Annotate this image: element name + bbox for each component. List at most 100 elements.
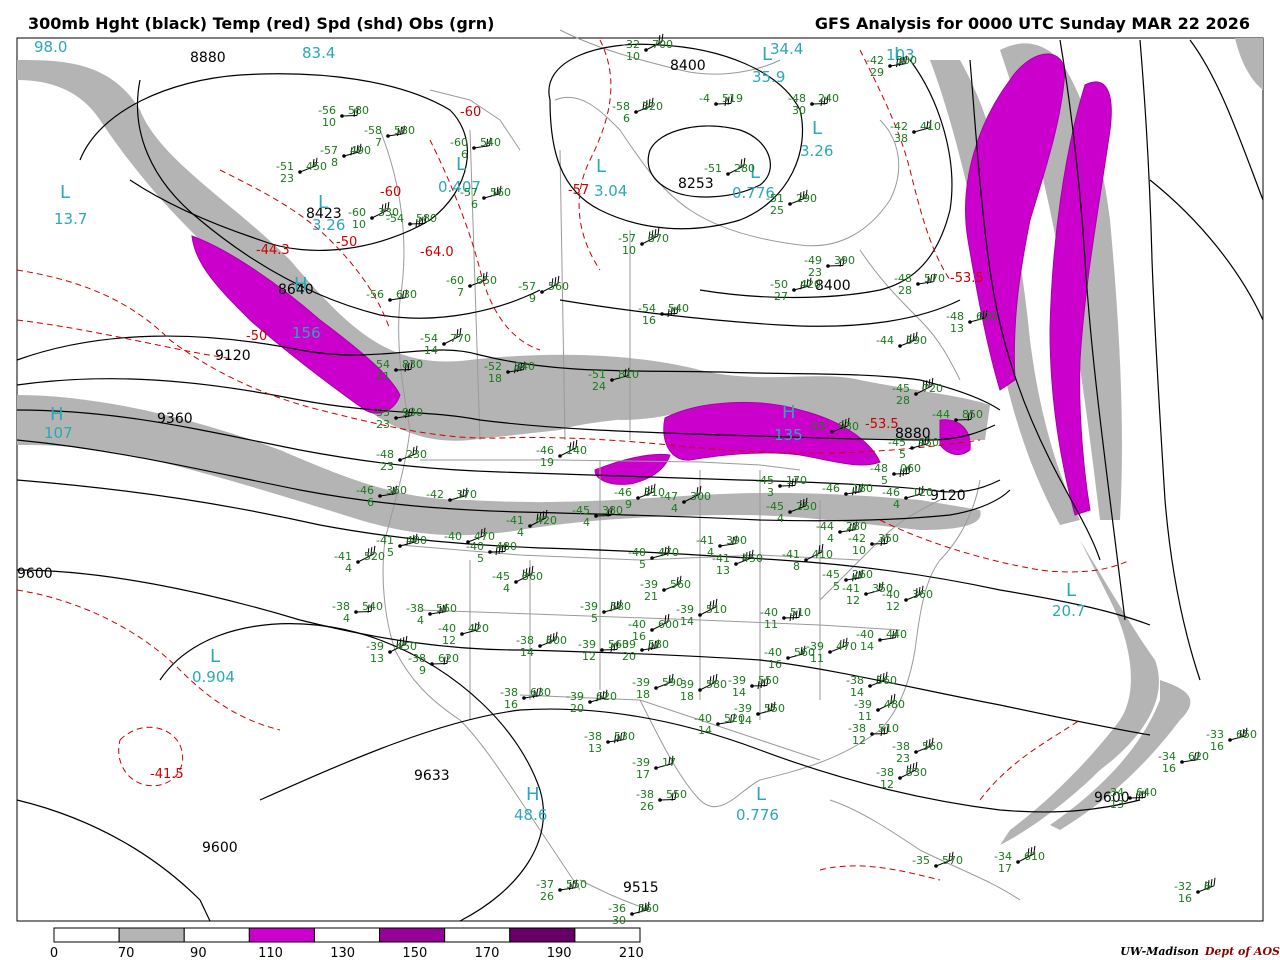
obs-height: 650 [1236, 728, 1257, 741]
obs-dewpoint-depression: 12 [442, 634, 456, 647]
credit-org: UW-Madison [1120, 945, 1199, 958]
obs-temp: -54 [386, 212, 404, 225]
legend-tick-label: 210 [619, 946, 644, 960]
obs-dewpoint-depression: 5 [899, 448, 906, 461]
height-label: 9633 [414, 768, 450, 784]
obs-dewpoint-depression: 8 [793, 560, 800, 573]
obs-dewpoint-depression: 9 [419, 664, 426, 677]
obs-height: 580 [610, 600, 631, 613]
obs-height: 470 [658, 546, 679, 559]
obs-dewpoint-depression: 29 [870, 66, 884, 79]
obs-dewpoint-depression: 4 [345, 562, 352, 575]
legend-swatch [53, 927, 120, 943]
obs-height: 510 [878, 722, 899, 735]
legend-swatch [248, 927, 315, 943]
low-symbol: L [596, 156, 606, 177]
obs-height: 420 [468, 622, 489, 635]
obs-dewpoint-depression: 11 [376, 370, 390, 383]
obs-height: 600 [658, 618, 679, 631]
credit-line: UW-Madison Dept of AOS [1120, 945, 1280, 958]
height-label: 9360 [157, 411, 193, 427]
obs-height: 560 [670, 578, 691, 591]
obs-height: 510 [706, 603, 727, 616]
obs-height: 280 [734, 162, 755, 175]
legend-swatch [379, 927, 446, 943]
obs-height: 370 [456, 488, 477, 501]
temp-label: -53.5 [865, 417, 899, 432]
obs-height: 650 [476, 274, 497, 287]
legend-tick-label: 150 [402, 946, 427, 960]
obs-height: 6 [1204, 880, 1211, 893]
obs-dewpoint-depression: 30 [792, 104, 806, 117]
obs-temp: -51 [704, 162, 722, 175]
station-plot: -4 519 [699, 92, 743, 106]
obs-height: 570 [942, 854, 963, 867]
low-symbol: L [756, 784, 766, 805]
obs-dewpoint-depression: 18 [680, 690, 694, 703]
obs-height: 580 [648, 638, 669, 651]
obs-dewpoint-depression: 10 [352, 218, 366, 231]
obs-dewpoint-depression: 4 [517, 526, 524, 539]
obs-height: 560 [490, 186, 511, 199]
obs-dewpoint-depression: 7 [457, 286, 464, 299]
low-symbol: L [210, 646, 220, 667]
obs-height: 290 [796, 192, 817, 205]
obs-height: 560 [436, 602, 457, 615]
obs-dewpoint-depression: 17 [636, 768, 650, 781]
low-value: 3.26 [312, 216, 345, 234]
obs-temp: -56 [366, 288, 384, 301]
obs-height: 260 [852, 568, 873, 581]
obs-dewpoint-depression: 28 [896, 394, 910, 407]
high-value: 107 [44, 424, 73, 442]
obs-dewpoint-depression: 21 [644, 590, 658, 603]
obs-height: 17 [662, 756, 676, 769]
obs-height: 120 [912, 486, 933, 499]
height-label: 9515 [623, 880, 659, 896]
obs-temp: -35 [912, 854, 930, 867]
obs-height: 480 [884, 698, 905, 711]
obs-dewpoint-depression: 23 [280, 172, 294, 185]
temp-label: -44.3 [256, 243, 290, 258]
obs-height: 930 [402, 406, 423, 419]
obs-dewpoint-depression: 5 [639, 558, 646, 571]
weather-map: 8880 8423 8640 9120 9360 8400 8253 8400 … [16, 29, 1264, 960]
legend-tick-label: 130 [330, 946, 355, 960]
obs-height: 630 [396, 288, 417, 301]
obs-dewpoint-depression: 27 [774, 290, 788, 303]
temp-label: -60 [460, 105, 481, 120]
temp-label: -64.0 [420, 245, 454, 260]
obs-dewpoint-depression: 14 [698, 724, 712, 737]
obs-dewpoint-depression: 17 [998, 862, 1012, 875]
obs-height: 560 [638, 902, 659, 915]
obs-dewpoint-depression: 16 [642, 314, 656, 327]
obs-dewpoint-depression: 6 [623, 112, 630, 125]
obs-dewpoint-depression: 14 [738, 714, 752, 727]
obs-height: 540 [668, 302, 689, 315]
obs-height: 520 [364, 550, 385, 563]
low-symbol: L [812, 118, 822, 139]
obs-dewpoint-depression: 11 [764, 618, 778, 631]
obs-height: 480 [406, 534, 427, 547]
obs-height: 720 [922, 382, 943, 395]
obs-temp: -4 [699, 92, 710, 105]
obs-dewpoint-depression: 20 [622, 650, 636, 663]
obs-height: 620 [1188, 750, 1209, 763]
obs-height: 570 [924, 272, 945, 285]
obs-temp: -44 [876, 334, 894, 347]
temp-label: -50 [246, 329, 267, 344]
obs-dewpoint-depression: 12 [886, 600, 900, 613]
height-label: 9120 [930, 488, 966, 504]
obs-dewpoint-depression: 28 [898, 284, 912, 297]
obs-dewpoint-depression: 5 [477, 552, 484, 565]
low-value: 35.9 [752, 68, 785, 86]
obs-dewpoint-depression: 25 [770, 204, 784, 217]
legend-swatch [118, 927, 185, 943]
obs-dewpoint-depression: 13 [370, 652, 384, 665]
obs-dewpoint-depression: 4 [417, 614, 424, 627]
obs-dewpoint-depression: 23 [376, 418, 390, 431]
low-value: 34.4 [770, 40, 803, 58]
low-symbol: L [1066, 580, 1076, 601]
obs-dewpoint-depression: 4 [343, 612, 350, 625]
obs-height: 930 [838, 420, 859, 433]
obs-height: 510 [790, 606, 811, 619]
